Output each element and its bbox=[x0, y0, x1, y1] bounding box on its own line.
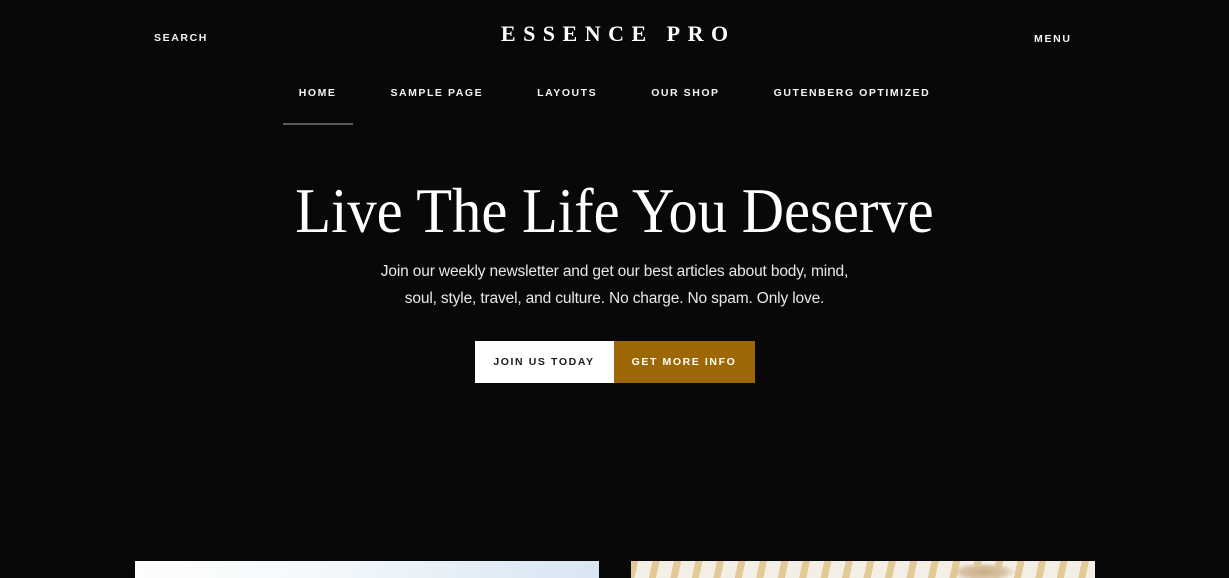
menu-toggle[interactable]: MENU bbox=[1034, 32, 1072, 46]
nav-link-gutenberg-optimized[interactable]: GUTENBERG OPTIMIZED bbox=[747, 84, 958, 103]
nav-item-layouts[interactable]: LAYOUTS bbox=[510, 84, 624, 103]
striped-textile-photo-image bbox=[630, 561, 1095, 578]
site-header: SEARCH ESSENCE PRO MENU bbox=[0, 0, 1229, 68]
primary-navigation: HOME SAMPLE PAGE LAYOUTS OUR SHOP GUTENB… bbox=[0, 84, 1229, 130]
hero-title: Live The Life You Deserve bbox=[295, 176, 934, 246]
nav-item-gutenberg-optimized[interactable]: GUTENBERG OPTIMIZED bbox=[747, 84, 958, 103]
nav-link-home[interactable]: HOME bbox=[272, 84, 364, 103]
nav-item-home[interactable]: HOME bbox=[272, 84, 364, 125]
sky-photo-image bbox=[134, 561, 599, 578]
hero-section: Live The Life You Deserve Join our weekl… bbox=[0, 175, 1229, 383]
nav-link-sample-page[interactable]: SAMPLE PAGE bbox=[363, 84, 510, 103]
hero-description: Join our weekly newsletter and get our b… bbox=[380, 263, 849, 307]
hero-button-group: JOIN US TODAY GET MORE INFO bbox=[0, 341, 1229, 383]
nav-item-sample-page[interactable]: SAMPLE PAGE bbox=[363, 84, 510, 103]
nav-item-our-shop[interactable]: OUR SHOP bbox=[624, 84, 746, 103]
nav-link-our-shop[interactable]: OUR SHOP bbox=[624, 84, 746, 103]
nav-link-layouts[interactable]: LAYOUTS bbox=[510, 84, 624, 103]
join-us-today-button[interactable]: JOIN US TODAY bbox=[474, 341, 614, 383]
nav-current-underline bbox=[282, 123, 353, 125]
featured-card-left[interactable] bbox=[134, 561, 599, 578]
nav-list: HOME SAMPLE PAGE LAYOUTS OUR SHOP GUTENB… bbox=[0, 84, 1229, 125]
get-more-info-button[interactable]: GET MORE INFO bbox=[613, 341, 755, 383]
featured-card-right[interactable] bbox=[630, 561, 1095, 578]
featured-cards-strip bbox=[0, 561, 1229, 578]
